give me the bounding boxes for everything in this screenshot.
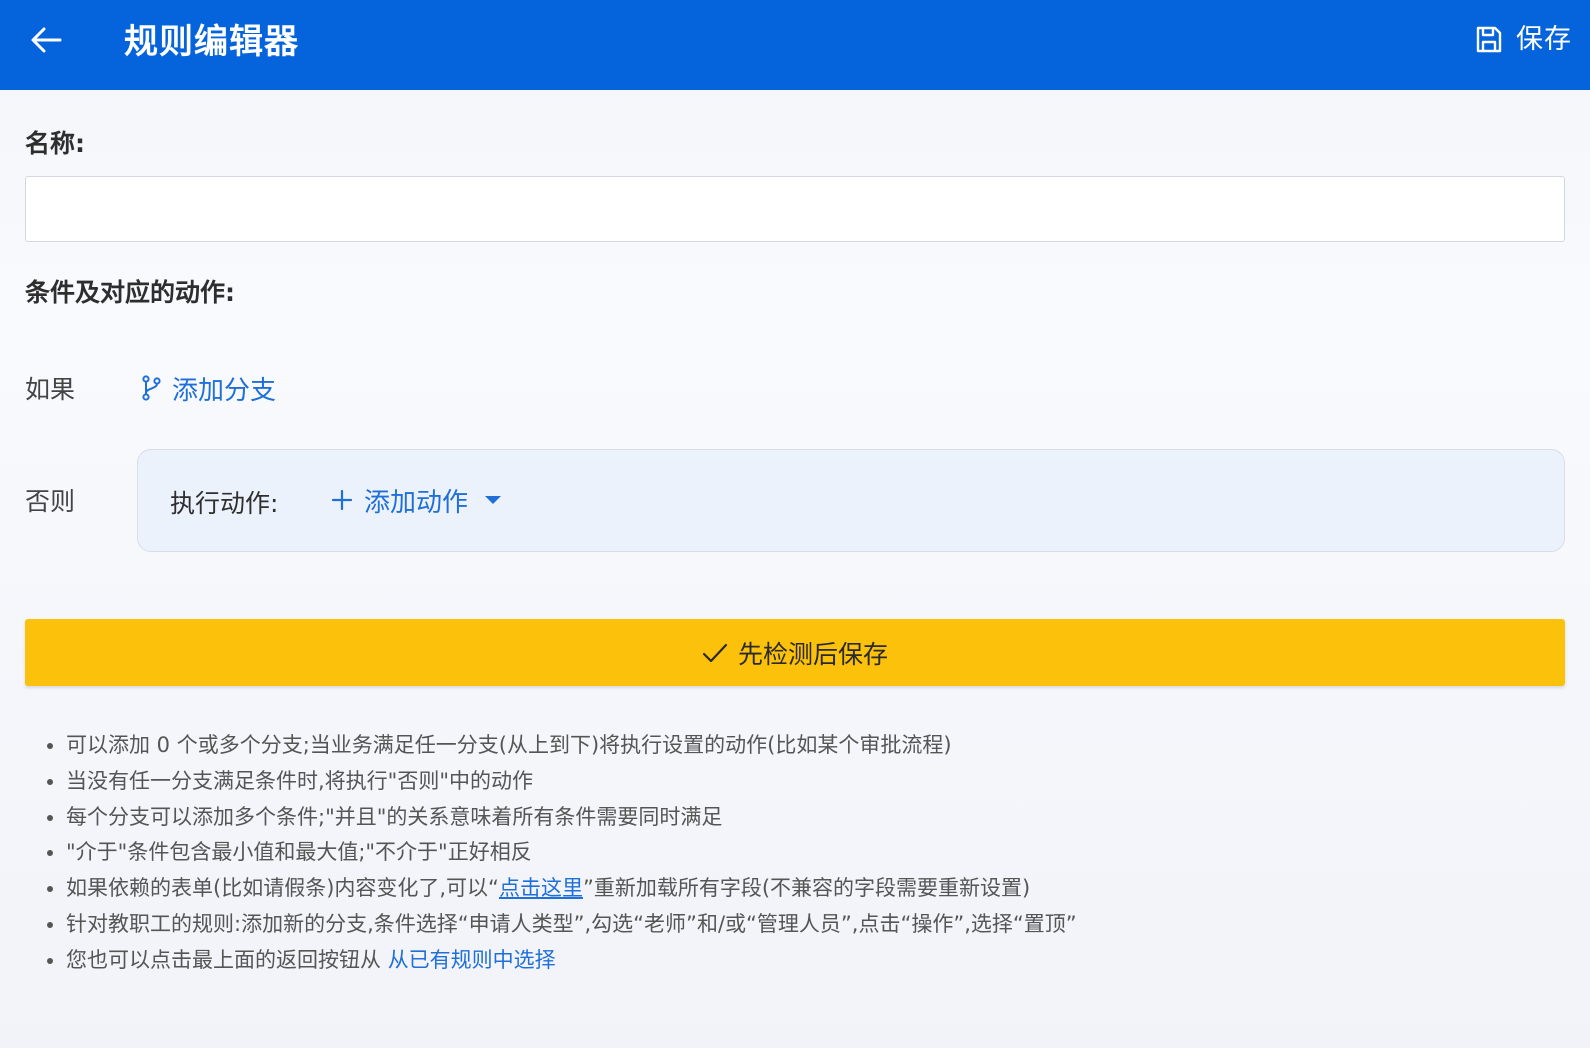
else-branch-box: 执行动作: 添加动作 (137, 449, 1565, 552)
add-action-label: 添加动作 (364, 487, 469, 518)
arrow-left-icon (31, 27, 62, 53)
name-input[interactable] (25, 176, 1565, 242)
tip-item: 当没有任一分支满足条件时,将执行"否则"中的动作 (66, 764, 1522, 800)
tip-item: 您也可以点击最上面的返回按钮从 从已有规则中选择 (66, 943, 1522, 979)
tip-item: "介于"条件包含最小值和最大值;"不介于"正好相反 (66, 835, 1522, 871)
tip-text: 如果依赖的表单(比如请假条)内容变化了,可以“ (66, 876, 499, 901)
tips-list: 可以添加 0 个或多个分支;当业务满足任一分支(从上到下)将执行设置的动作(比如… (42, 728, 1522, 979)
add-branch-button[interactable]: 添加分支 (140, 368, 276, 408)
floppy-disk-icon (1476, 26, 1502, 53)
app-header: 规则编辑器 保存 (0, 0, 1590, 90)
check-and-save-label: 先检测后保存 (737, 640, 888, 669)
tip-item: 每个分支可以添加多个条件;"并且"的关系意味着所有条件需要同时满足 (66, 800, 1522, 836)
reload-fields-link[interactable]: 点击这里 (499, 876, 583, 900)
check-and-save-button[interactable]: 先检测后保存 (25, 619, 1565, 686)
add-branch-label: 添加分支 (172, 375, 277, 406)
execute-action-label: 执行动作: (170, 489, 279, 518)
tip-item: 可以添加 0 个或多个分支;当业务满足任一分支(从上到下)将执行设置的动作(比如… (66, 728, 1522, 764)
tip-text: 您也可以点击最上面的返回按钮从 (66, 947, 388, 972)
git-branch-icon (142, 375, 161, 401)
tip-item: 如果依赖的表单(比如请假条)内容变化了,可以“点击这里”重新加载所有字段(不兼容… (66, 871, 1522, 907)
else-label: 否则 (25, 487, 76, 516)
choose-existing-rule-link[interactable]: 从已有规则中选择 (388, 948, 556, 972)
name-label: 名称: (25, 129, 85, 158)
save-button[interactable]: 保存 (1474, 18, 1572, 62)
save-button-label: 保存 (1516, 24, 1572, 55)
back-button[interactable] (26, 22, 66, 62)
tip-text: ”重新加载所有字段(不兼容的字段需要重新设置) (582, 876, 1031, 901)
check-icon (702, 643, 728, 662)
caret-down-icon (485, 496, 502, 504)
page-title: 规则编辑器 (124, 22, 299, 62)
tip-item: 针对教职工的规则:添加新的分支,条件选择“申请人类型”,勾选“老师”和/或“管理… (66, 907, 1522, 943)
add-action-dropdown[interactable]: 添加动作 (330, 480, 502, 520)
conditions-label: 条件及对应的动作: (25, 278, 235, 307)
if-label: 如果 (25, 375, 76, 404)
plus-icon (331, 489, 353, 511)
